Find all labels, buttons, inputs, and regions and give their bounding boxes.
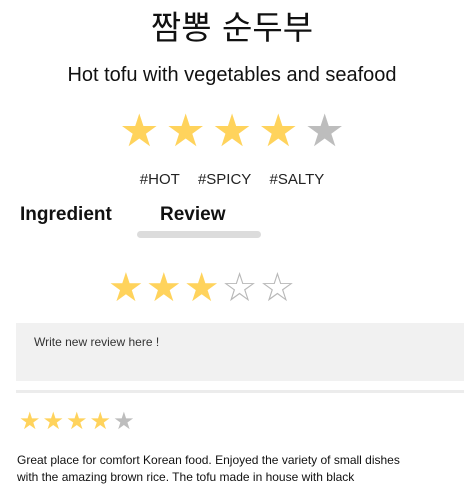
active-tab-indicator: [137, 231, 261, 238]
tab-review[interactable]: Review: [160, 204, 225, 226]
review-text-line: with the amazing brown rice. The tofu ma…: [17, 470, 355, 484]
star-filled-icon[interactable]: ★: [184, 268, 220, 308]
review-rating: ★★★★★: [19, 409, 137, 433]
star-outline-icon[interactable]: ☆: [222, 268, 258, 308]
star-filled-icon[interactable]: ★: [108, 268, 144, 308]
tab-ingredient[interactable]: Ingredient: [20, 204, 112, 226]
star-outline-icon[interactable]: ☆: [259, 268, 295, 308]
tag-list: #HOT #SPICY #SALTY: [0, 171, 464, 188]
star-filled-icon: ★: [211, 104, 253, 157]
star-filled-icon[interactable]: ★: [146, 268, 182, 308]
star-empty-icon: ★: [304, 104, 345, 157]
star-filled-icon: ★: [42, 407, 65, 435]
star-filled-icon: ★: [119, 104, 160, 157]
tag: #HOT: [139, 171, 180, 188]
overall-rating: ★ ★ ★ ★ ★: [0, 108, 464, 153]
star-empty-icon: ★: [113, 407, 135, 435]
tag: #SALTY: [269, 171, 325, 188]
new-review-input[interactable]: [16, 323, 464, 381]
dish-description: Hot tofu with vegetables and seafood: [67, 64, 397, 86]
review-text: Great place for comfort Korean food. Enj…: [17, 452, 464, 486]
tag: #SPICY: [197, 171, 252, 188]
star-filled-icon: ★: [19, 407, 41, 435]
review-text-line: Great place for comfort Korean food. Enj…: [17, 453, 400, 467]
new-review-rating[interactable]: ★★★☆☆: [108, 268, 297, 308]
star-filled-icon: ★: [258, 104, 299, 157]
star-filled-icon: ★: [66, 407, 88, 435]
star-filled-icon: ★: [165, 104, 206, 157]
dish-title: 짬뽕 순두부: [150, 8, 314, 47]
divider: [16, 390, 464, 393]
star-filled-icon: ★: [89, 407, 112, 435]
